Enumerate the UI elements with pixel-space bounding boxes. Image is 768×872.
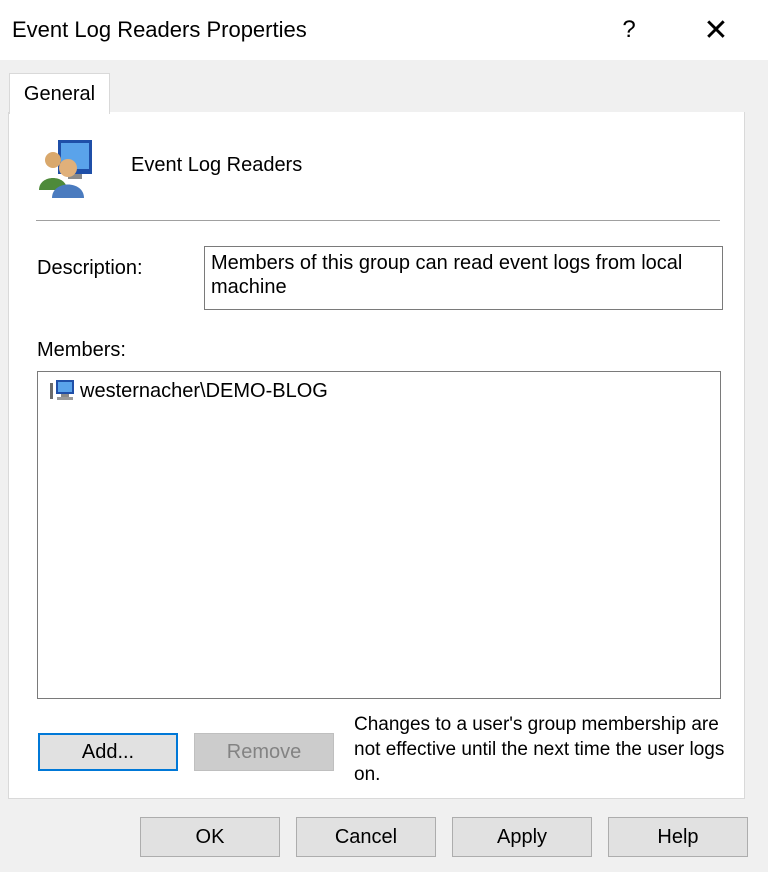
tab-general[interactable]: General: [9, 73, 110, 114]
window-title: Event Log Readers Properties: [12, 17, 307, 42]
remove-button[interactable]: Remove: [194, 733, 334, 771]
member-name: westernacher\DEMO-BLOG: [80, 379, 328, 402]
members-label: Members:: [37, 339, 126, 361]
help-title-button[interactable]: ?: [606, 8, 652, 52]
help-button[interactable]: Help: [608, 817, 748, 857]
description-label: Description:: [37, 257, 143, 279]
add-button[interactable]: Add...: [38, 733, 178, 771]
close-button[interactable]: ✕: [693, 8, 739, 52]
cancel-button[interactable]: Cancel: [296, 817, 436, 857]
computer-account-icon: [50, 380, 74, 400]
ok-button[interactable]: OK: [140, 817, 280, 857]
users-group-icon: [39, 140, 92, 198]
header-separator: [36, 220, 720, 221]
title-bar: Event Log Readers Properties ? ✕: [0, 0, 768, 60]
membership-note: Changes to a user's group membership are…: [354, 714, 725, 785]
list-item[interactable]: westernacher\DEMO-BLOG: [48, 378, 328, 404]
members-list[interactable]: westernacher\DEMO-BLOG: [37, 371, 721, 699]
apply-button[interactable]: Apply: [452, 817, 592, 857]
description-field[interactable]: Members of this group can read event log…: [204, 246, 723, 310]
group-name: Event Log Readers: [131, 154, 303, 176]
